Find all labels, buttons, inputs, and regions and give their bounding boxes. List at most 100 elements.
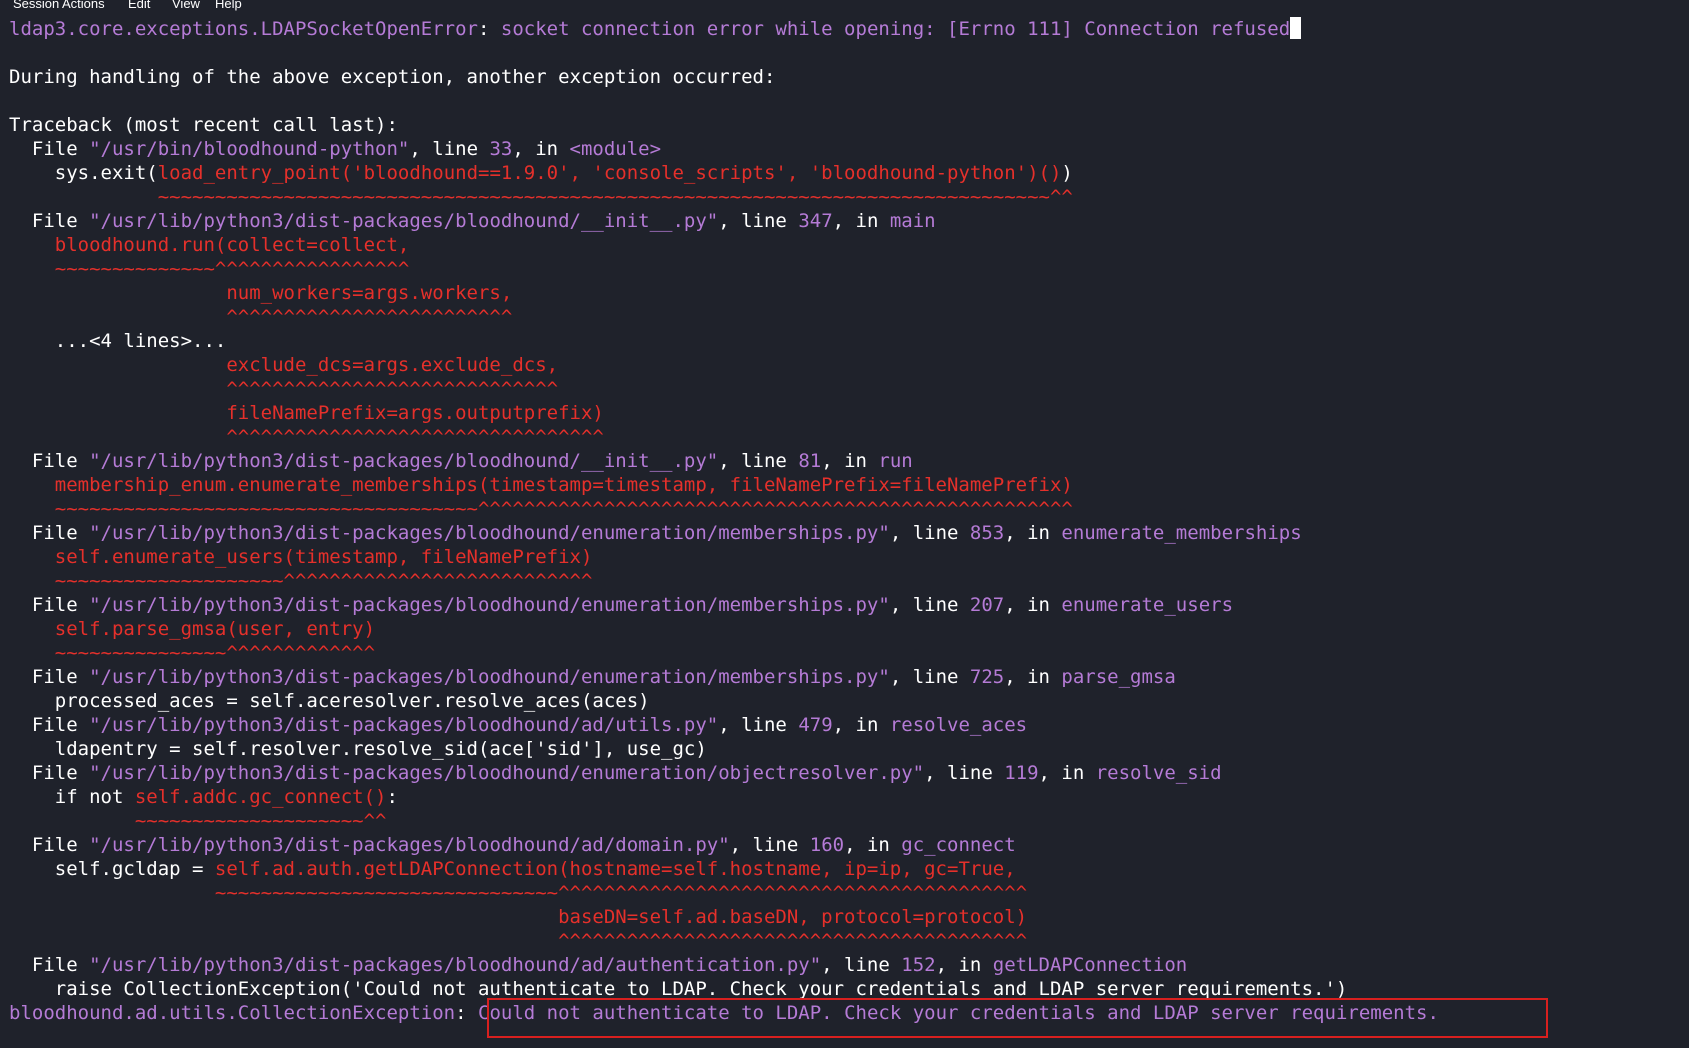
terminal-text-segment: , line xyxy=(821,954,902,976)
terminal-text-segment: self.parse_gmsa(user, entry) xyxy=(9,618,376,640)
terminal-text-segment: File xyxy=(9,762,90,784)
terminal-text-segment: getLDAPConnection xyxy=(992,954,1188,976)
terminal-line: membership_enum.enumerate_memberships(ti… xyxy=(9,473,1073,497)
terminal-line: ldap3.core.exceptions.LDAPSocketOpenErro… xyxy=(9,17,1302,41)
terminal-text-segment: load_entry_point('bloodhound==1.9.0', 'c… xyxy=(157,162,1062,184)
terminal-line: ^^^^^^^^^^^^^^^^^^^^^^^^^^^^^^^^^^^^^^^^… xyxy=(9,929,1027,953)
error-highlight-box xyxy=(487,998,1548,1038)
terminal-text-segment: File xyxy=(9,450,90,472)
terminal-line: ...<4 lines>... xyxy=(9,329,227,353)
terminal-line: ~~~~~~~~~~~~~~~~~~~~^^ xyxy=(9,809,387,833)
terminal-line: File "/usr/lib/python3/dist-packages/blo… xyxy=(9,449,913,473)
terminal-text-segment: 347 xyxy=(798,210,833,232)
terminal-line: self.enumerate_users(timestamp, fileName… xyxy=(9,545,593,569)
terminal-line: File "/usr/lib/python3/dist-packages/blo… xyxy=(9,761,1222,785)
terminal-line: ldapentry = self.resolver.resolve_sid(ac… xyxy=(9,737,707,761)
terminal-text-segment: raise CollectionException('Could not aut… xyxy=(9,978,1348,1000)
terminal-text-segment: , in xyxy=(1004,594,1062,616)
terminal-line: ~~~~~~~~~~~~~~~^^^^^^^^^^^^^ xyxy=(9,641,375,665)
terminal-text-segment: : xyxy=(478,18,501,40)
terminal-text-segment: resolve_sid xyxy=(1095,762,1222,784)
terminal-text-segment: , line xyxy=(718,450,799,472)
terminal-text-segment: "/usr/lib/python3/dist-packages/bloodhou… xyxy=(89,714,719,736)
terminal-text-segment: File xyxy=(9,666,90,688)
terminal-text-segment: , in xyxy=(512,138,570,160)
terminal-text-segment: File xyxy=(9,834,90,856)
terminal-line: bloodhound.run(collect=collect, xyxy=(9,233,410,257)
terminal-text-segment: ~~~~~~~~~~~~~~~~~~~~~~~~~~~~~~~~~~~~~~~~… xyxy=(9,186,1073,208)
terminal-line: File "/usr/lib/python3/dist-packages/blo… xyxy=(9,833,1016,857)
terminal-text-segment: sys.exit( xyxy=(9,162,158,184)
terminal-text-segment: "/usr/lib/python3/dist-packages/bloodhou… xyxy=(89,834,730,856)
terminal-text-segment: "/usr/lib/python3/dist-packages/bloodhou… xyxy=(89,450,719,472)
terminal-text-segment: 33 xyxy=(489,138,513,160)
terminal-text-segment: , line xyxy=(729,834,810,856)
terminal-text-segment: ) xyxy=(1061,162,1073,184)
terminal-text-segment: ^^^^^^^^^^^^^^^^^^^^^^^^^^^^^ xyxy=(9,378,559,400)
terminal-text-segment: self.enumerate_users(timestamp, fileName… xyxy=(9,546,593,568)
terminal-text-segment: 81 xyxy=(798,450,822,472)
terminal-text-segment: ^^^^^^^^^^^^^^^^^^^^^^^^^ xyxy=(9,306,513,328)
terminal-text-segment: ~~~~~~~~~~~~~~~~~~~~^^^^^^^^^^^^^^^^^^^^… xyxy=(9,570,593,592)
terminal-line: self.parse_gmsa(user, entry) xyxy=(9,617,375,641)
terminal-text-segment: ~~~~~~~~~~~~~~~^^^^^^^^^^^^^ xyxy=(9,642,376,664)
terminal-text-segment: baseDN=self.ad.baseDN, protocol=protocol… xyxy=(9,906,1028,928)
terminal-text-segment: ~~~~~~~~~~~~~~~~~~~~^^ xyxy=(9,810,387,832)
terminal-text-segment: self.addc.gc_connect() xyxy=(134,786,387,808)
menu-help[interactable]: Help xyxy=(215,0,242,11)
terminal-text-segment: self.gcldap = xyxy=(9,858,215,880)
terminal-text-segment: , line xyxy=(718,714,799,736)
terminal-text-segment: num_workers=args.workers, xyxy=(9,282,513,304)
terminal-line: File "/usr/lib/python3/dist-packages/blo… xyxy=(9,593,1233,617)
terminal-line: sys.exit(load_entry_point('bloodhound==1… xyxy=(9,161,1073,185)
terminal-text-segment: 119 xyxy=(1004,762,1039,784)
terminal-text-segment: "/usr/lib/python3/dist-packages/bloodhou… xyxy=(89,594,890,616)
terminal-text-segment: 207 xyxy=(969,594,1005,616)
terminal-text-segment: , in xyxy=(821,450,879,472)
terminal-line: During handling of the above exception, … xyxy=(9,65,775,89)
terminal-text-segment: ~~~~~~~~~~~~~~~~~~~~~~~~~~~~~~^^^^^^^^^^… xyxy=(9,882,1028,904)
terminal-text-segment: bloodhound.ad.utils.CollectionException xyxy=(9,1002,456,1024)
terminal-text-segment: 725 xyxy=(969,666,1005,688)
menu-edit[interactable]: Edit xyxy=(128,0,150,11)
terminal-text-segment: , line xyxy=(409,138,490,160)
terminal-line: ^^^^^^^^^^^^^^^^^^^^^^^^^ xyxy=(9,305,512,329)
terminal-text-segment: membership_enum.enumerate_memberships(ti… xyxy=(9,474,1073,496)
terminal-text-segment: bloodhound.run(collect=collect, xyxy=(9,234,410,256)
terminal-text-segment: ^^^^^^^^^^^^^^^^^^^^^^^^^^^^^^^^^^^^^^^^… xyxy=(9,930,1028,952)
terminal-output[interactable]: ldap3.core.exceptions.LDAPSocketOpenErro… xyxy=(0,12,1689,1048)
terminal-line: File "/usr/bin/bloodhound-python", line … xyxy=(9,137,661,161)
terminal-line: File "/usr/lib/python3/dist-packages/blo… xyxy=(9,713,1027,737)
terminal-text-segment: "/usr/lib/python3/dist-packages/bloodhou… xyxy=(89,762,925,784)
terminal-line: ~~~~~~~~~~~~~~~~~~~~~~~~~~~~~~~~~~~~~^^^… xyxy=(9,497,1073,521)
terminal-line: fileNamePrefix=args.outputprefix) xyxy=(9,401,604,425)
menu-actions[interactable]: Actions xyxy=(62,0,105,11)
terminal-line: ~~~~~~~~~~~~~~~~~~~~~~~~~~~~~~~~~~~~~~~~… xyxy=(9,185,1073,209)
terminal-text-segment: 853 xyxy=(969,522,1005,544)
terminal-text-segment: ldapentry = self.resolver.resolve_sid(ac… xyxy=(9,738,707,760)
terminal-text-segment: processed_aces = self.aceresolver.resolv… xyxy=(9,690,650,712)
terminal-text-segment: File xyxy=(9,522,90,544)
terminal-text-segment: run xyxy=(878,450,913,472)
terminal-cursor xyxy=(1290,17,1302,39)
terminal-text-segment: if not xyxy=(9,786,135,808)
terminal-text-segment: File xyxy=(9,954,90,976)
menu-view[interactable]: View xyxy=(172,0,200,11)
terminal-text-segment: "/usr/lib/python3/dist-packages/bloodhou… xyxy=(89,210,719,232)
terminal-text-segment: , in xyxy=(935,954,993,976)
terminal-text-segment: enumerate_users xyxy=(1061,594,1234,616)
terminal-text-segment: "/usr/lib/python3/dist-packages/bloodhou… xyxy=(89,666,890,688)
terminal-text-segment: ldap3.core.exceptions.LDAPSocketOpenErro… xyxy=(9,18,478,40)
terminal-line: File "/usr/lib/python3/dist-packages/blo… xyxy=(9,665,1176,689)
terminal-text-segment: , in xyxy=(1038,762,1096,784)
terminal-text-segment: "/usr/lib/python3/dist-packages/bloodhou… xyxy=(89,954,822,976)
terminal-text-segment: , in xyxy=(1004,666,1062,688)
terminal-text-segment: , in xyxy=(1004,522,1062,544)
terminal-text-segment: , line xyxy=(889,522,970,544)
terminal-text-segment: File xyxy=(9,210,90,232)
terminal-line: ~~~~~~~~~~~~~~~~~~~~^^^^^^^^^^^^^^^^^^^^… xyxy=(9,569,593,593)
menu-session[interactable]: Session xyxy=(13,0,59,11)
terminal-line: File "/usr/lib/python3/dist-packages/blo… xyxy=(9,209,936,233)
terminal-line: if not self.addc.gc_connect(): xyxy=(9,785,398,809)
terminal-text-segment: 160 xyxy=(809,834,845,856)
